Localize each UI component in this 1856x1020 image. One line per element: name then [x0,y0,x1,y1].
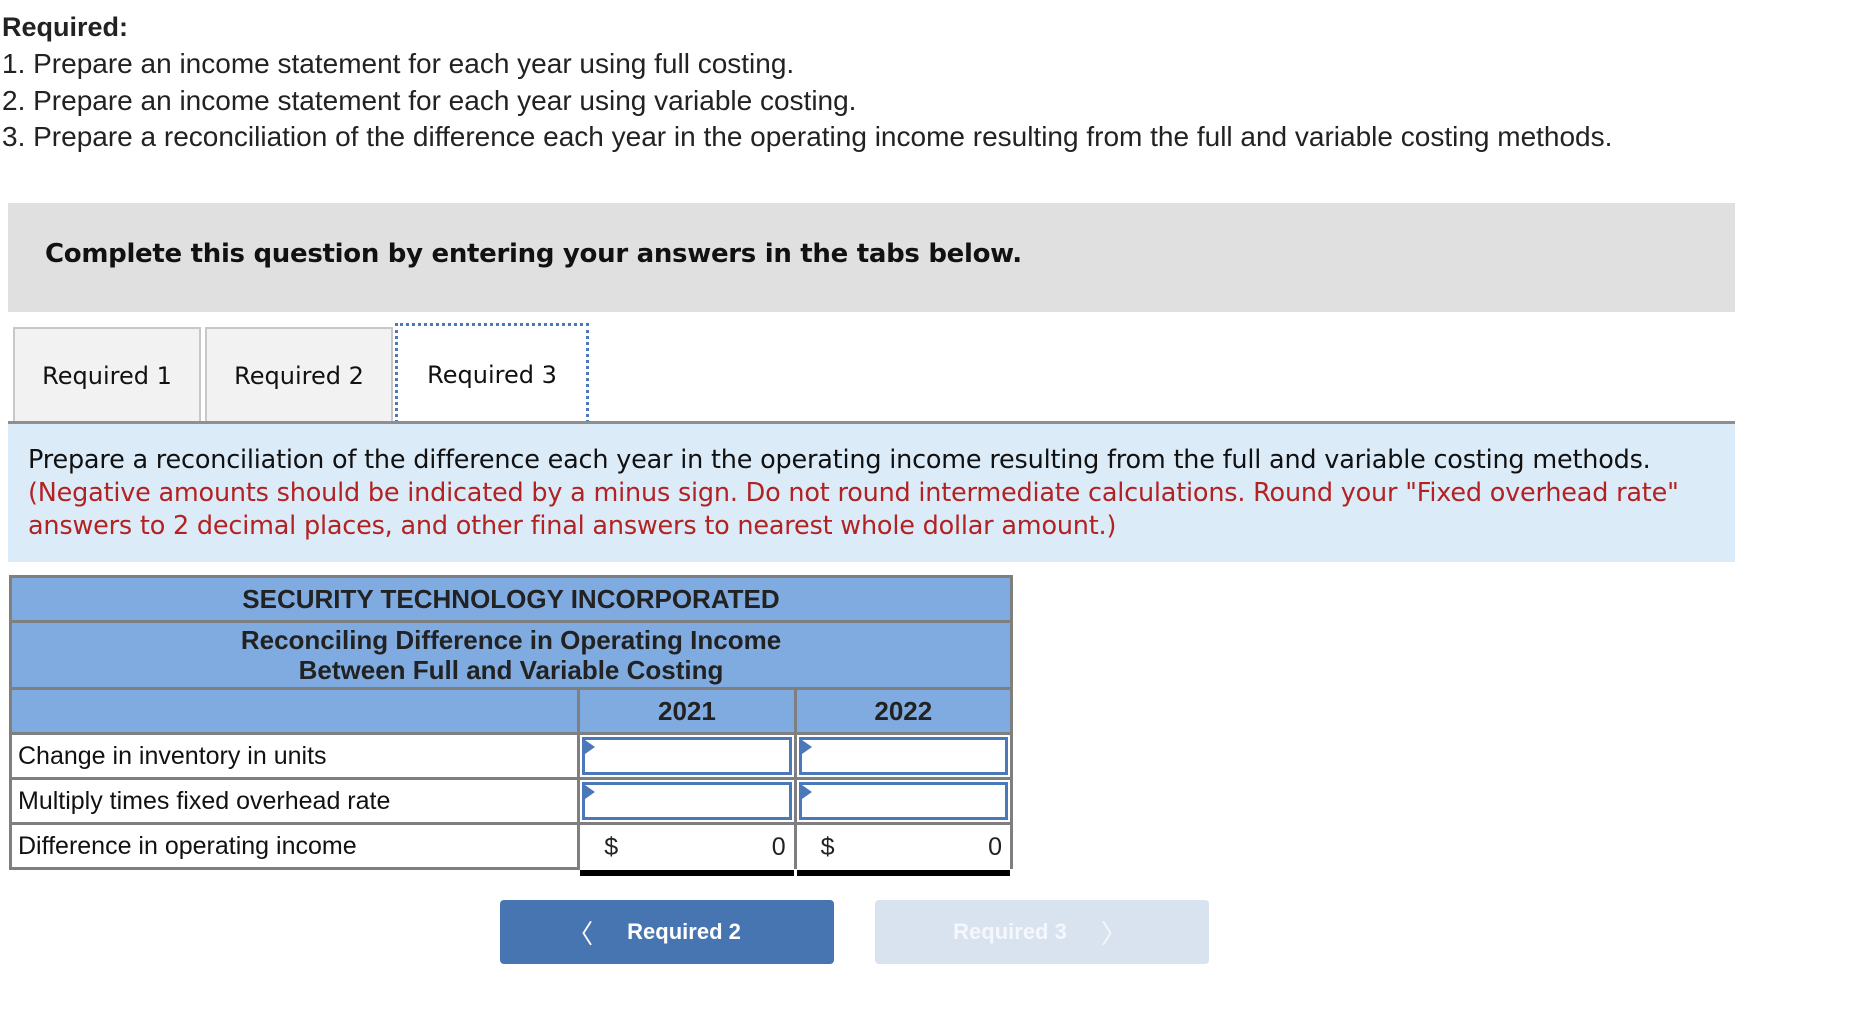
instruction-text: Complete this question by entering your … [45,239,1022,269]
tab-required-2[interactable]: Required 2 [205,327,393,423]
table-title: Reconciling Difference in Operating Inco… [9,620,1013,690]
change-inventory-2022-input[interactable] [801,740,1005,772]
column-header-blank [8,687,581,735]
column-header-2021: 2021 [577,687,797,735]
question-box: Prepare a reconciliation of the differen… [8,424,1735,562]
tab-label: Required 1 [42,362,172,390]
next-required-3-button: Required 3 〉 [875,900,1209,964]
question-text: Prepare a reconciliation of the differen… [28,444,1718,543]
tab-label: Required 3 [427,360,557,389]
input-cell-2021 [577,732,797,780]
input-cell-2022 [793,777,1014,825]
currency-symbol: $ [820,833,835,861]
total-cell-2022: $0 [793,822,1014,876]
row-label: Change in inventory in units [8,732,581,780]
difference-2022-value: 0 [988,833,1002,861]
instruction-banner: Complete this question by entering your … [8,203,1735,312]
chevron-right-icon: 〉 [1100,918,1127,949]
total-cell-2021: $0 [577,822,797,876]
input-cell-2022 [793,732,1014,780]
required-heading: Required: [2,12,129,42]
currency-symbol: $ [604,833,619,861]
reconciliation-table: SECURITY TECHNOLOGY INCORPORATED Reconci… [8,575,1014,876]
table-title-line-2: Between Full and Variable Costing [298,655,724,685]
input-flag-icon [585,740,596,754]
column-header-2022: 2022 [793,687,1014,735]
fixed-overhead-rate-2022-input[interactable] [801,785,1005,817]
input-flag-icon [585,785,596,799]
tab-required-3[interactable]: Required 3 [395,323,589,423]
table-row: Multiply times fixed overhead rate [8,777,1014,825]
row-label: Difference in operating income [8,822,581,870]
input-cell-2021 [577,777,797,825]
input-flag-icon [801,740,812,754]
table-row: Change in inventory in units [8,732,1014,780]
required-item-3: 3. Prepare a reconciliation of the diffe… [2,121,1613,152]
next-button-label: Required 3 [953,919,1067,944]
question-prompt: Prepare a reconciliation of the differen… [28,445,1651,475]
required-item-1: 1. Prepare an income statement for each … [2,48,795,79]
table-title-line-1: Reconciling Difference in Operating Inco… [240,625,782,655]
difference-2021-value: 0 [771,833,786,861]
table-row: Difference in operating income $0 $0 [8,822,1014,876]
chevron-left-icon: 〈 [567,918,594,949]
tab-label: Required 2 [234,362,364,390]
row-label: Multiply times fixed overhead rate [8,777,581,825]
company-name: SECURITY TECHNOLOGY INCORPORATED [9,575,1013,623]
question-note: (Negative amounts should be indicated by… [28,478,1679,541]
double-underline [796,869,1010,876]
double-underline [580,869,794,876]
fixed-overhead-rate-2021-input[interactable] [585,785,789,817]
change-inventory-2021-input[interactable] [585,740,789,772]
required-item-2: 2. Prepare an income statement for each … [2,85,857,116]
input-flag-icon [801,785,812,799]
prev-required-2-button[interactable]: 〈 Required 2 [500,900,834,964]
prev-button-label: Required 2 [627,919,741,944]
tab-required-1[interactable]: Required 1 [13,327,201,423]
